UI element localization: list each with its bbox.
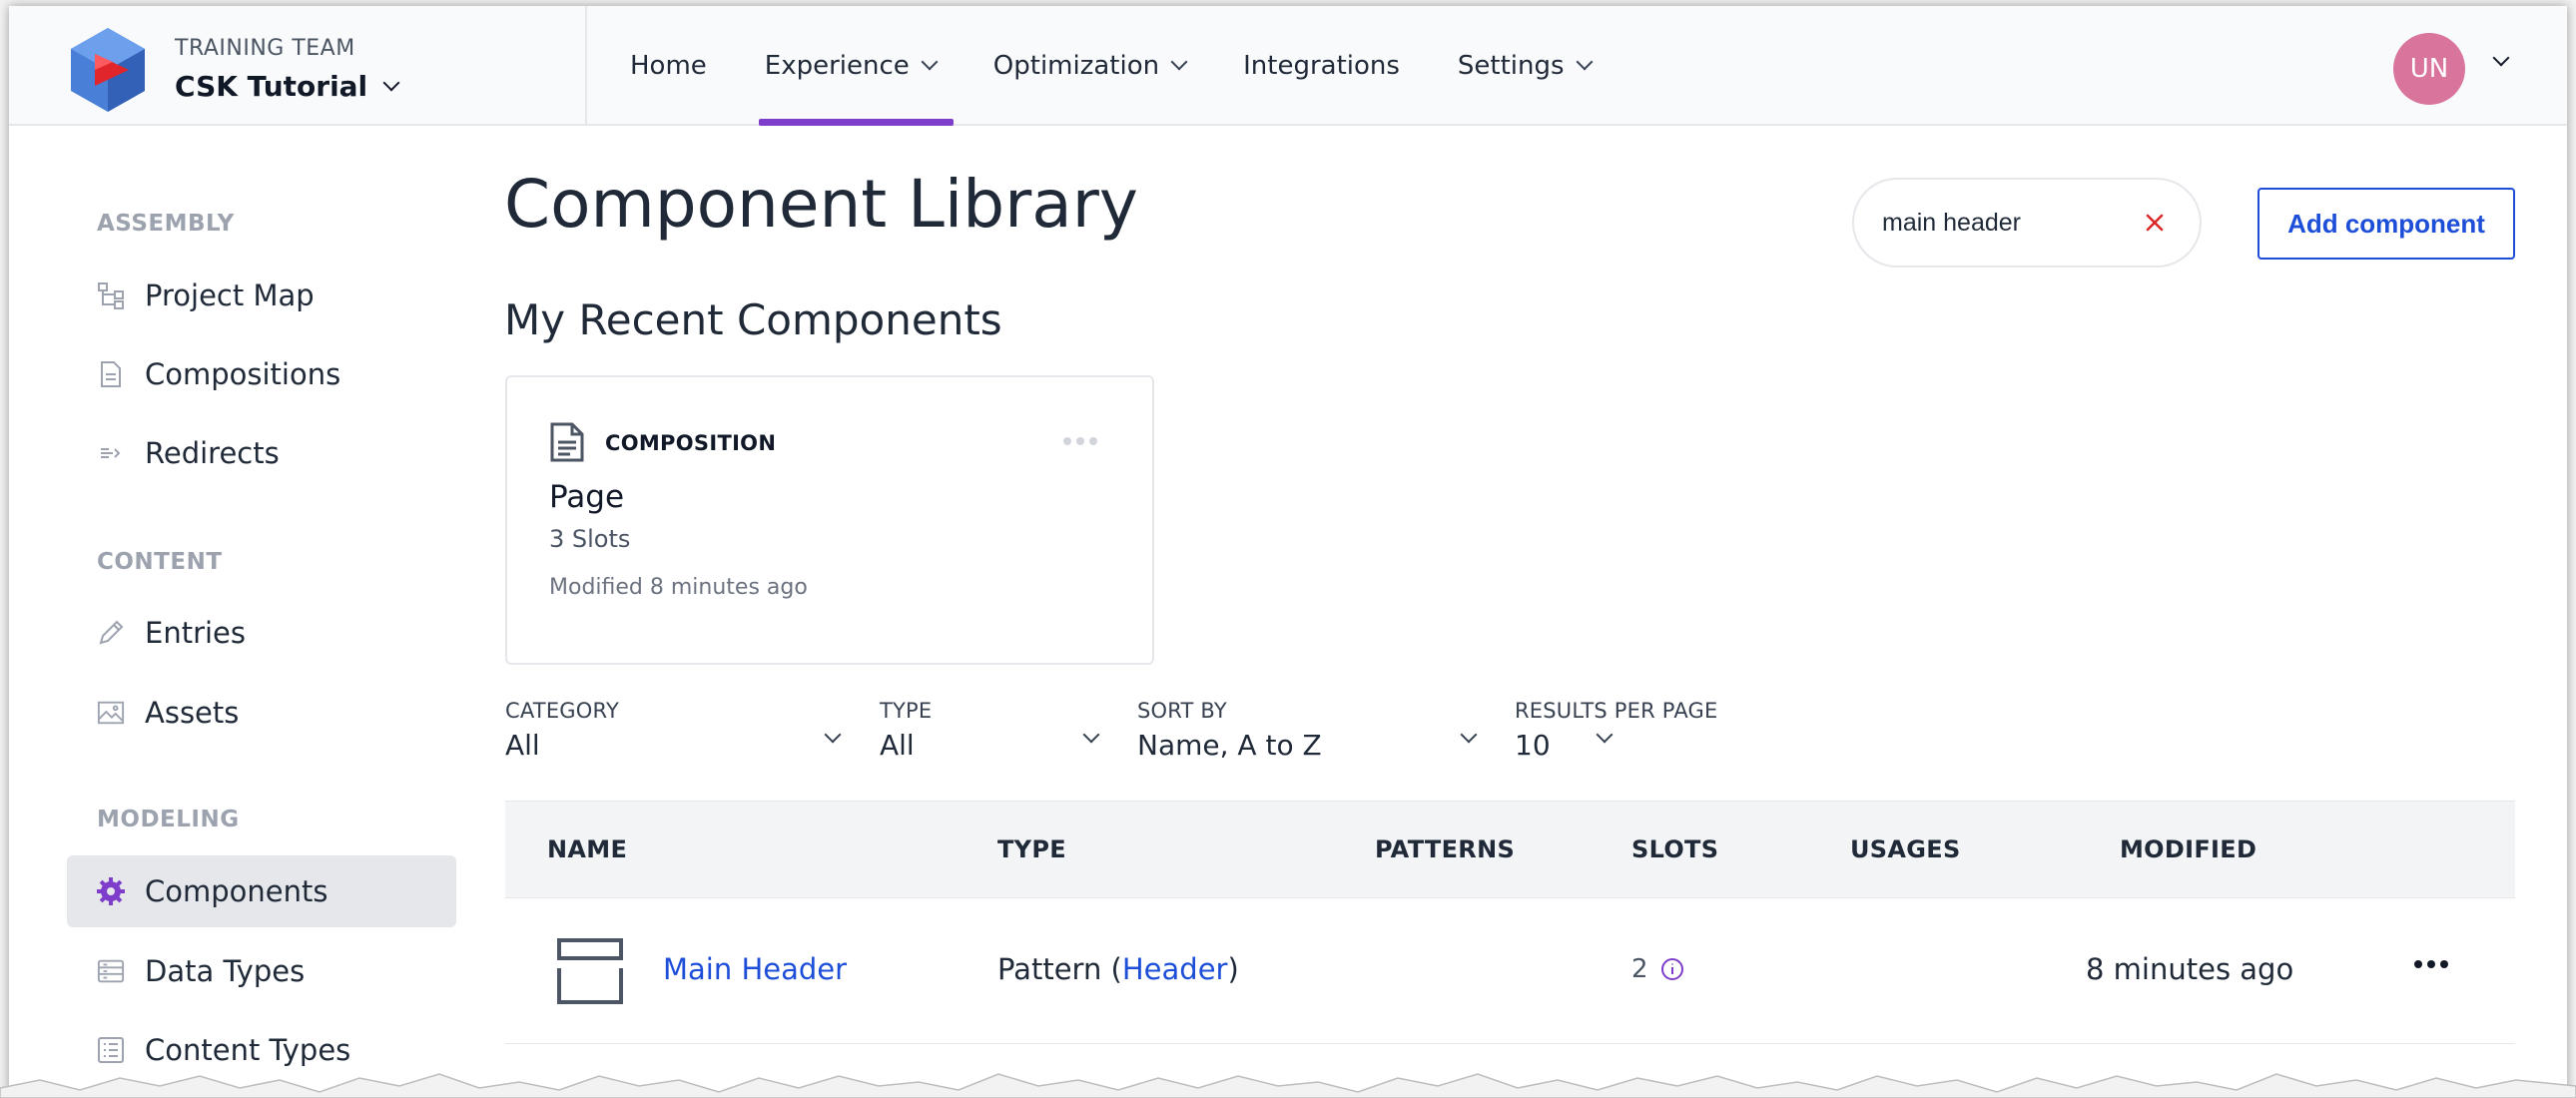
sidebar-item-project-map[interactable]: Project Map: [67, 260, 456, 331]
nav-home[interactable]: Home: [612, 6, 725, 126]
app-window: TRAINING TEAM CSK Tutorial Home Experien…: [9, 6, 2567, 1098]
sidebar-item-compositions[interactable]: Compositions: [67, 338, 456, 410]
card-slots: 3 Slots: [549, 525, 631, 553]
sidebar-heading-assembly: ASSEMBLY: [97, 211, 235, 237]
filter-label: RESULTS PER PAGE: [1515, 699, 1718, 723]
clear-search-icon[interactable]: [2140, 208, 2170, 238]
nav-label: Experience: [764, 51, 910, 81]
chevron-down-icon: [1596, 726, 1613, 744]
filter-value: 10: [1515, 729, 1551, 762]
row-more-options-icon[interactable]: [2414, 960, 2448, 968]
image-icon: [97, 699, 125, 727]
team-label: TRAINING TEAM: [175, 36, 355, 61]
sidebar-item-label: Components: [145, 874, 328, 908]
chevron-down-icon: [921, 53, 939, 71]
info-icon[interactable]: [1660, 957, 1684, 981]
data-types-icon: [97, 957, 125, 985]
sidebar-item-label: Data Types: [145, 954, 306, 988]
nav-label: Optimization: [992, 51, 1160, 81]
document-icon: [550, 422, 584, 462]
chevron-down-icon: [824, 726, 842, 744]
column-header-type[interactable]: TYPE: [997, 835, 1066, 863]
type-link[interactable]: Header: [1122, 952, 1228, 986]
chevron-down-icon: [1082, 726, 1100, 744]
sidebar-item-label: Compositions: [145, 357, 341, 391]
filter-results-per-page[interactable]: RESULTS PER PAGE 10: [1515, 699, 1734, 762]
nav-label: Integrations: [1243, 51, 1400, 81]
column-header-usages[interactable]: USAGES: [1850, 835, 1961, 863]
nav-experience[interactable]: Experience: [747, 6, 954, 126]
column-header-modified[interactable]: MODIFIED: [2120, 835, 2256, 863]
card-type-label: COMPOSITION: [605, 431, 777, 455]
sidebar-item-redirects[interactable]: Redirects: [67, 417, 456, 489]
sidebar-item-label: Redirects: [145, 436, 280, 470]
account-menu-chevron-icon[interactable]: [2492, 49, 2510, 67]
recent-component-card[interactable]: COMPOSITION Page 3 Slots Modified 8 minu…: [505, 375, 1154, 665]
project-name: CSK Tutorial: [175, 70, 368, 103]
nav-label: Settings: [1457, 51, 1565, 81]
sidebar-item-entries[interactable]: Entries: [67, 597, 456, 669]
modified-cell: 8 minutes ago: [2086, 952, 2294, 986]
search-input[interactable]: [1882, 208, 2132, 238]
filter-category[interactable]: CATEGORY All: [505, 699, 845, 762]
sidebar-item-data-types[interactable]: Data Types: [67, 935, 456, 1007]
sidebar-item-label: Assets: [145, 696, 240, 730]
sidebar-item-assets[interactable]: Assets: [67, 677, 456, 749]
filter-value: All: [880, 729, 915, 762]
chevron-down-icon: [382, 74, 400, 91]
card-more-options-icon[interactable]: [1063, 437, 1097, 445]
divider: [585, 6, 587, 126]
top-bar: TRAINING TEAM CSK Tutorial Home Experien…: [9, 6, 2567, 126]
sidebar-heading-modeling: MODELING: [97, 807, 240, 832]
sidebar-item-components[interactable]: Components: [67, 855, 456, 927]
redirect-icon: [97, 439, 125, 467]
table-header: NAME TYPE PATTERNS SLOTS USAGES MODIFIED: [505, 801, 2515, 898]
app-logo-icon[interactable]: [71, 28, 145, 112]
add-component-button[interactable]: Add component: [2257, 188, 2515, 260]
nav-optimization[interactable]: Optimization: [975, 6, 1203, 126]
column-header-name[interactable]: NAME: [547, 835, 627, 863]
component-name-link[interactable]: Main Header: [663, 952, 847, 986]
chevron-down-icon: [1460, 726, 1478, 744]
component-type: Pattern (Header): [997, 952, 1239, 986]
search-box: [1852, 178, 2202, 268]
type-suffix: ): [1227, 952, 1239, 986]
filter-label: CATEGORY: [505, 699, 619, 723]
filter-sort-by[interactable]: SORT BY Name, A to Z: [1137, 699, 1487, 762]
filter-label: TYPE: [880, 699, 933, 723]
filter-type[interactable]: TYPE All: [880, 699, 1109, 762]
document-icon: [97, 360, 125, 388]
sidebar-item-label: Entries: [145, 616, 247, 650]
user-avatar[interactable]: UN: [2393, 33, 2465, 105]
filter-value: Name, A to Z: [1137, 729, 1322, 762]
slots-count: 2: [1631, 954, 1648, 984]
page-title: Component Library: [504, 166, 1138, 243]
gear-icon: [97, 877, 125, 905]
nav-integrations[interactable]: Integrations: [1225, 6, 1418, 126]
main-nav: Home Experience Optimization Integration…: [612, 6, 1630, 126]
column-header-slots[interactable]: SLOTS: [1631, 835, 1718, 863]
nav-settings[interactable]: Settings: [1440, 6, 1609, 126]
project-switcher[interactable]: CSK Tutorial: [175, 70, 400, 103]
header-pattern-icon: [557, 938, 623, 1004]
table-row[interactable]: Main Header Pattern (Header) 2 8 minutes…: [505, 898, 2515, 1044]
torn-edge-decoration: [0, 1073, 2576, 1098]
chevron-down-icon: [1576, 53, 1594, 71]
card-name: Page: [549, 479, 625, 515]
sidebar-item-label: Project Map: [145, 278, 315, 312]
project-map-icon: [97, 281, 125, 309]
chevron-down-icon: [1170, 53, 1188, 71]
filter-label: SORT BY: [1137, 699, 1227, 723]
slots-cell: 2: [1631, 954, 1684, 984]
sidebar-heading-content: CONTENT: [97, 549, 223, 575]
pencil-icon: [97, 619, 125, 647]
card-modified: Modified 8 minutes ago: [549, 575, 808, 600]
filter-value: All: [505, 729, 540, 762]
column-header-patterns[interactable]: PATTERNS: [1375, 835, 1515, 863]
type-prefix: Pattern (: [997, 952, 1122, 986]
nav-label: Home: [630, 51, 707, 81]
recent-components-heading: My Recent Components: [504, 295, 1002, 344]
